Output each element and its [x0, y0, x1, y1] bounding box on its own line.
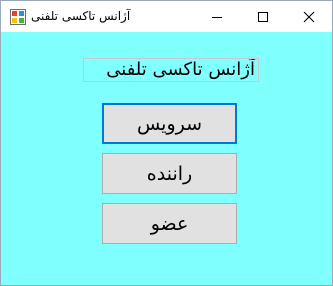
- windows-form-icon[interactable]: [10, 9, 26, 25]
- form-client-area: آژانس تاکسی تلفنی سرویس راننده عضو: [1, 32, 332, 285]
- service-button[interactable]: سرویس: [102, 103, 237, 144]
- maximize-button[interactable]: [240, 1, 286, 32]
- maximize-icon: [258, 11, 268, 22]
- window-title: آژانس تاکسی تلفنی: [31, 9, 131, 23]
- agency-title-label: آژانس تاکسی تلفنی: [83, 58, 259, 82]
- driver-button[interactable]: راننده: [102, 153, 237, 194]
- close-button[interactable]: [286, 1, 332, 32]
- minimize-button[interactable]: [194, 1, 240, 32]
- member-button[interactable]: عضو: [102, 203, 237, 244]
- minimize-icon: [212, 16, 222, 18]
- title-bar[interactable]: آژانس تاکسی تلفنی: [1, 1, 332, 32]
- close-icon: [303, 11, 315, 22]
- app-window: آژانس تاکسی تلفنی آژانس تاکسی تلفنی سروی…: [0, 0, 333, 286]
